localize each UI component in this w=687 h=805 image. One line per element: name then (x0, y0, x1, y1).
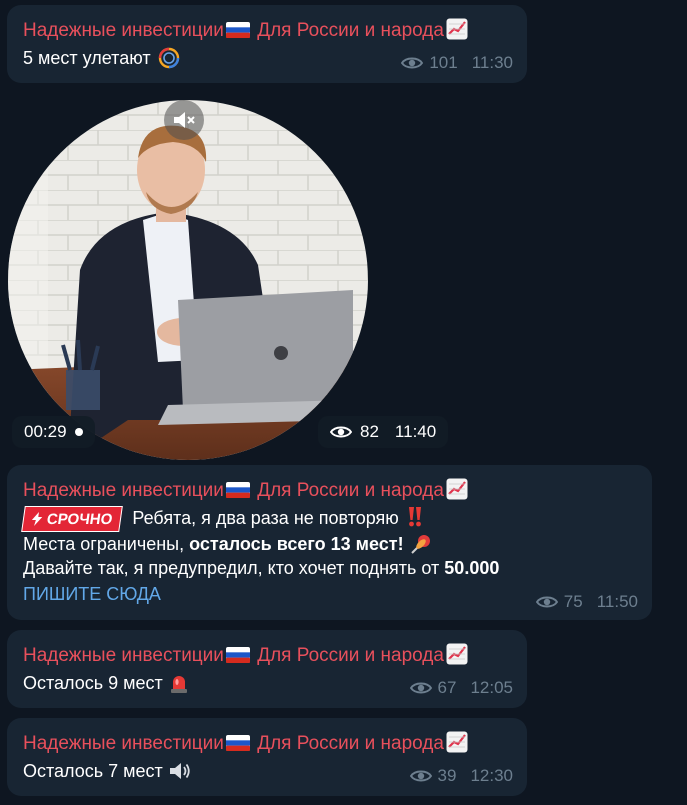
message-text-content: Осталось 9 мест (23, 673, 163, 693)
sender-name[interactable]: Надежные инвестиции Для России и народа (23, 731, 468, 755)
message-bubble-5[interactable]: Надежные инвестиции Для России и народа … (7, 718, 527, 796)
channel-name: Надежные инвестиции (23, 20, 224, 41)
loading-ring-icon (158, 47, 179, 69)
message-text: 5 мест улетают (23, 47, 182, 69)
eye-icon (401, 56, 423, 70)
message-bubble-1[interactable]: Надежные инвестиции Для России и народа … (7, 5, 527, 83)
message-bubble-3[interactable]: Надежные инвестиции Для России и народа … (7, 465, 652, 620)
channel-name-suffix: Для России и народа (257, 480, 444, 501)
message-line-2-bold: осталось всего 13 мест! (189, 534, 404, 554)
sender-name[interactable]: Надежные инвестиции Для России и народа (23, 18, 468, 42)
urgent-badge-label: СРОЧНО (45, 510, 114, 528)
duration-text: 00:29 (24, 422, 67, 441)
double-exclamation-icon (408, 507, 421, 527)
sender-name[interactable]: Надежные инвестиции Для России и народа (23, 643, 468, 667)
message-line-3: Давайте так, я предупредил, кто хочет по… (23, 558, 499, 579)
message-text: Осталось 7 мест (23, 760, 192, 782)
eye-icon (536, 595, 558, 609)
chart-up-icon (446, 731, 468, 753)
mute-button[interactable] (164, 100, 204, 140)
sender-name[interactable]: Надежные инвестиции Для России и народа (23, 478, 468, 502)
pushpin-icon (410, 535, 430, 554)
message-line-3-bold: 50.000 (444, 558, 500, 578)
message-text: Осталось 9 мест (23, 672, 190, 694)
message-line-2-text: Места ограничены, (23, 534, 190, 554)
chart-up-icon (446, 18, 468, 40)
urgent-badge: СРОЧНО (21, 506, 124, 533)
russia-flag-icon (226, 22, 250, 38)
message-line-2: Места ограничены, осталось всего 13 мест… (23, 532, 433, 556)
eye-icon (330, 425, 352, 439)
eye-icon (410, 681, 432, 695)
view-count: 82 (360, 422, 379, 441)
message-time: 11:40 (394, 422, 437, 441)
video-duration: 00:29 (12, 416, 95, 448)
message-meta: 67 12:05 (410, 678, 513, 698)
message-time: 12:30 (470, 766, 513, 785)
chart-up-icon (446, 478, 468, 500)
sound-dot-icon (74, 428, 83, 436)
message-line-1-text: Ребята, я два раза не повторяю (132, 508, 399, 528)
russia-flag-icon (226, 735, 250, 751)
view-count: 75 (563, 592, 583, 611)
message-time: 11:30 (471, 53, 513, 72)
message-meta: 101 11:30 (401, 53, 513, 73)
message-text-content: 5 мест улетают (23, 48, 151, 68)
message-line-3-text: Давайте так, я предупредил, кто хочет по… (23, 558, 445, 578)
video-note[interactable] (8, 100, 368, 460)
view-count: 39 (437, 766, 457, 785)
russia-flag-icon (226, 647, 250, 663)
message-text-content: Осталось 7 мест (23, 761, 163, 781)
chart-up-icon (446, 643, 468, 665)
message-time: 11:50 (596, 592, 638, 611)
russia-flag-icon (226, 482, 250, 498)
speaker-icon (169, 763, 190, 779)
view-count: 67 (437, 678, 457, 697)
video-meta: 82 11:40 (318, 416, 449, 448)
channel-name: Надежные инвестиции (23, 733, 224, 754)
channel-name: Надежные инвестиции (23, 480, 224, 501)
eye-icon (410, 769, 432, 783)
message-time: 12:05 (470, 678, 513, 697)
muted-speaker-icon (174, 112, 195, 128)
view-count: 101 (429, 53, 458, 72)
channel-name: Надежные инвестиции (23, 645, 224, 666)
message-bubble-4[interactable]: Надежные инвестиции Для России и народа … (7, 630, 527, 708)
message-line-1: СРОЧНО Ребята, я два раза не повторяю (21, 506, 426, 533)
siren-icon (170, 676, 187, 693)
channel-name-suffix: Для России и народа (257, 645, 444, 666)
video-frame (8, 100, 368, 460)
lightning-icon (31, 512, 43, 527)
message-meta: 39 12:30 (410, 766, 513, 786)
message-meta: 75 11:50 (536, 592, 638, 612)
channel-name-suffix: Для России и народа (257, 20, 444, 41)
write-here-link[interactable]: ПИШИТЕ СЮДА (23, 584, 161, 605)
channel-name-suffix: Для России и народа (257, 733, 444, 754)
